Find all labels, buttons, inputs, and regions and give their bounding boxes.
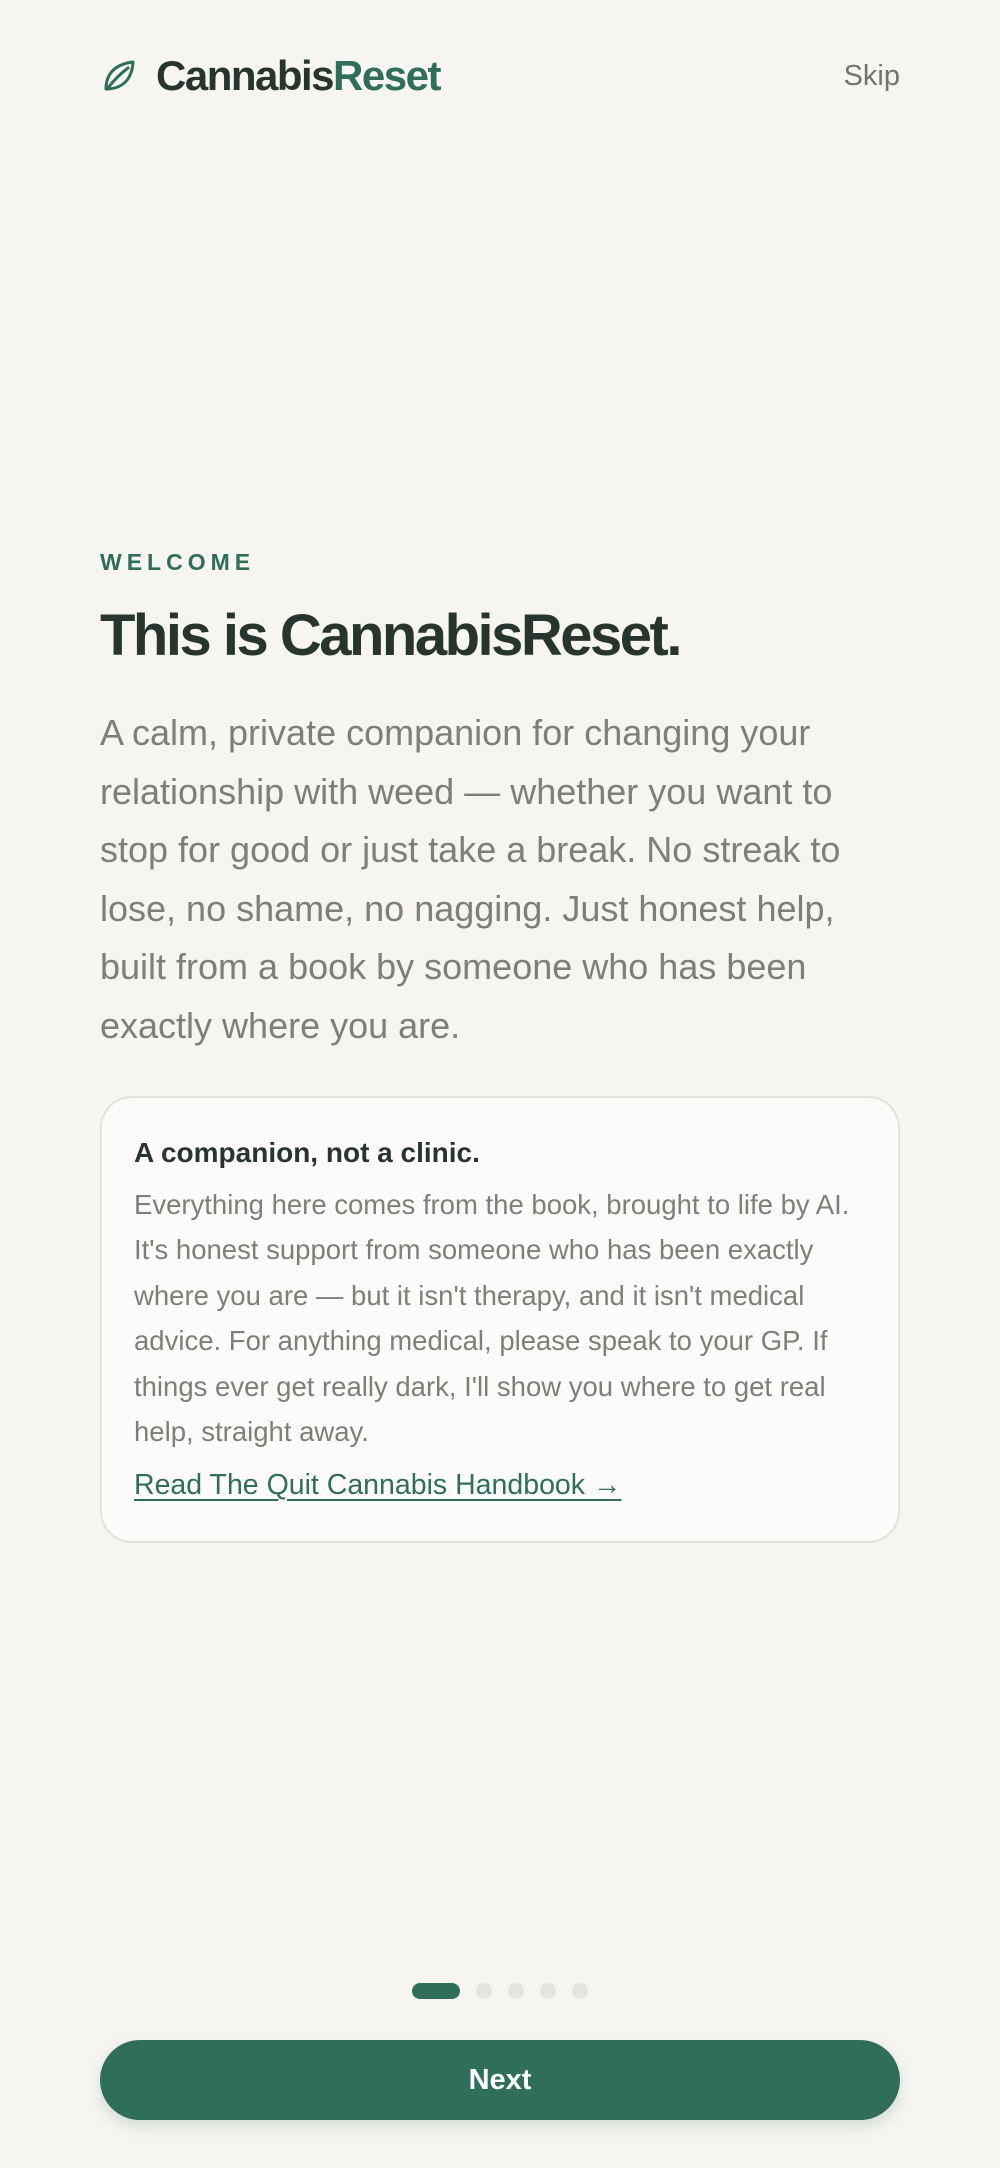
card-body: Everything here comes from the book, bro… <box>134 1188 850 1448</box>
header: CannabisReset Skip <box>100 48 900 104</box>
pagination-dot-active <box>412 1983 460 1999</box>
brand-logo: CannabisReset <box>100 52 441 99</box>
intro-paragraph: A calm, private companion for changing y… <box>100 712 841 1046</box>
pagination-dot <box>508 1983 524 1999</box>
brand-name: CannabisReset <box>156 52 441 99</box>
handbook-link[interactable]: Read The Quit Cannabis Handbook → <box>134 1469 621 1502</box>
brand-name-part2: Reset <box>333 52 441 99</box>
card-heading: A companion, not a clinic. <box>134 1137 480 1168</box>
next-button[interactable]: Next <box>100 2040 900 2120</box>
pagination-dot <box>476 1983 492 1999</box>
welcome-eyebrow: WELCOME <box>100 549 256 575</box>
pagination-dot <box>572 1983 588 1999</box>
page-title: This is CannabisReset. <box>100 603 682 668</box>
brand-name-part1: Cannabis <box>156 52 335 99</box>
skip-button[interactable]: Skip <box>844 60 900 93</box>
onboarding-screen: CannabisReset Skip WELCOME This is Canna… <box>0 0 1000 2168</box>
disclaimer-card: A companion, not a clinic. Everything he… <box>100 1096 900 1543</box>
pagination-dots <box>0 1983 1000 1999</box>
leaf-icon <box>102 59 136 93</box>
pagination-dot <box>540 1983 556 1999</box>
